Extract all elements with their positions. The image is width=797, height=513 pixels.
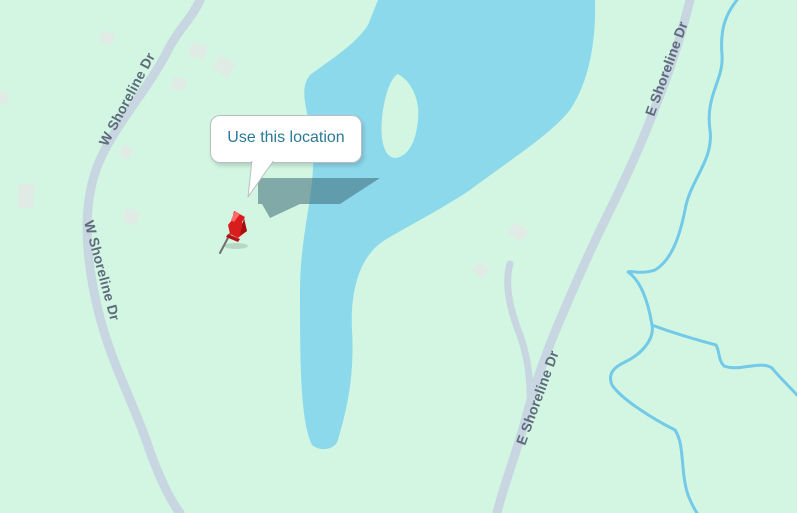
map-canvas[interactable]: W Shoreline Dr W Shoreline Dr E Shorelin… — [0, 0, 797, 513]
callout-pointer — [247, 159, 275, 198]
pushpin-icon[interactable] — [214, 205, 258, 257]
use-this-location-callout[interactable]: Use this location — [210, 115, 362, 163]
use-this-location-label[interactable]: Use this location — [211, 129, 361, 147]
map-base-layer: W Shoreline Dr W Shoreline Dr E Shorelin… — [0, 0, 797, 513]
